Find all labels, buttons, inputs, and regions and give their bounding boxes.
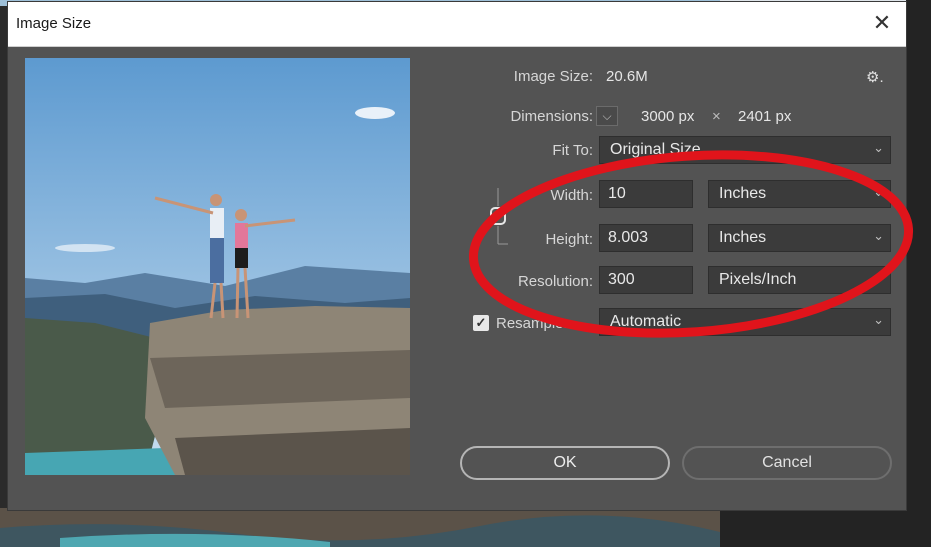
dimensions-width-value: 3000 px	[641, 108, 695, 125]
cancel-button[interactable]: Cancel	[682, 446, 892, 480]
width-unit-select[interactable]: Inches ⌄	[708, 180, 891, 208]
checkmark-icon: ✓	[475, 315, 487, 330]
height-unit-select[interactable]: Inches ⌄	[708, 224, 891, 252]
height-input[interactable]	[599, 224, 693, 252]
image-preview[interactable]	[25, 58, 410, 475]
resample-label: Resample:	[496, 315, 568, 332]
fit-to-value: Original Size	[610, 141, 701, 158]
fit-to-select[interactable]: Original Size ⌄	[599, 136, 891, 164]
fit-to-label: Fit To:	[552, 142, 593, 159]
close-icon[interactable]: ✕	[868, 9, 896, 37]
dimensions-unit-dropdown[interactable]: ⌵	[596, 106, 618, 126]
resolution-unit-value: Pixels/Inch	[719, 271, 797, 288]
image-size-value: 20.6M	[606, 68, 648, 85]
width-label: Width:	[550, 187, 593, 204]
chevron-down-icon: ⌄	[873, 184, 884, 199]
chevron-down-icon: ⌄	[873, 228, 884, 243]
resample-checkbox[interactable]: ✓	[473, 315, 489, 331]
resolution-unit-select[interactable]: Pixels/Inch ⌄	[708, 266, 891, 294]
height-unit-value: Inches	[719, 229, 767, 246]
dimensions-label: Dimensions:	[510, 108, 593, 125]
gear-icon[interactable]: ⚙.	[866, 68, 884, 86]
image-size-dialog: Image Size ✕ Image Size: 20.6M ⚙. Dimens…	[8, 2, 914, 510]
background-image-bottom	[0, 508, 931, 547]
ok-button[interactable]: OK	[460, 446, 670, 480]
resample-value: Automatic	[610, 313, 682, 330]
chevron-down-icon: ⌵	[602, 109, 612, 123]
background-right	[906, 0, 931, 547]
width-input[interactable]	[599, 180, 693, 208]
title-bar: Image Size ✕	[8, 2, 906, 47]
dimensions-height-value: 2401 px	[738, 108, 792, 125]
width-unit-value: Inches	[719, 185, 767, 202]
resolution-label: Resolution:	[517, 273, 593, 290]
chevron-down-icon: ⌄	[873, 312, 884, 327]
dimensions-separator: ×	[712, 108, 721, 125]
dialog-title: Image Size	[16, 15, 92, 32]
resolution-input[interactable]	[599, 266, 693, 294]
resample-select[interactable]: Automatic ⌄	[599, 308, 891, 336]
chevron-down-icon: ⌄	[873, 270, 884, 285]
image-size-label: Image Size:	[513, 68, 593, 85]
chevron-down-icon: ⌄	[873, 140, 884, 155]
height-label: Height:	[545, 231, 593, 248]
